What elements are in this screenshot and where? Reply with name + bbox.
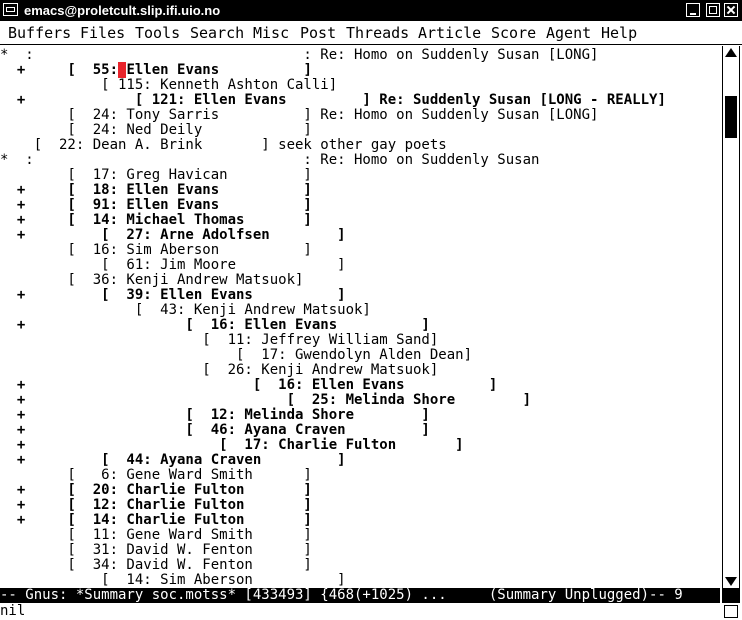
summary-line[interactable]: * : : Re: Homo on Suddenly Susan [LONG] (0, 48, 598, 63)
menu-files[interactable]: Files (80, 21, 125, 45)
cursor-line-prefix: + [ 55: (0, 62, 119, 78)
scroll-down-arrow-icon[interactable] (725, 577, 737, 586)
summary-line[interactable]: + [ 91: Ellen Evans ] (0, 198, 312, 213)
minibuffer-corner-box (724, 605, 738, 618)
summary-line[interactable]: + [ 14: Charlie Fulton ] (0, 513, 312, 528)
minibuffer[interactable]: nil (0, 603, 720, 620)
vertical-scrollbar[interactable] (722, 46, 740, 588)
summary-line[interactable]: [ 43: Kenji Andrew Matsuok] (0, 303, 371, 318)
window-title: emacs@proletcult.slip.ifi.uio.no (24, 3, 221, 18)
scroll-up-arrow-icon[interactable] (725, 48, 737, 57)
menu-score[interactable]: Score (491, 21, 536, 45)
cursor-line-suffix: Ellen Evans ] (126, 62, 312, 78)
maximize-icon[interactable] (706, 3, 720, 17)
menu-bar: Buffers Files Tools Search Misc Post Thr… (0, 21, 742, 45)
minimize-icon[interactable] (686, 3, 700, 17)
menu-help[interactable]: Help (601, 21, 637, 45)
menu-buffers[interactable]: Buffers (8, 21, 71, 45)
menu-tools[interactable]: Tools (135, 21, 180, 45)
summary-line-current[interactable]: + [ 55: Ellen Evans ] (0, 62, 312, 78)
summary-line[interactable]: [ 31: David W. Fenton ] (0, 543, 311, 558)
mode-line: -- Gnus: *Summary soc.motss* [433493] {4… (0, 588, 720, 603)
summary-line[interactable]: [ 17: Gwendolyn Alden Dean] (0, 348, 472, 363)
summary-line[interactable]: + [ 16: Ellen Evans ] (0, 378, 497, 393)
menu-agent[interactable]: Agent (546, 21, 591, 45)
close-icon[interactable] (724, 3, 738, 17)
summary-line[interactable]: + [ 14: Michael Thomas ] (0, 213, 312, 228)
menu-search[interactable]: Search (190, 21, 244, 45)
summary-line[interactable]: [ 11: Gene Ward Smith ] (0, 528, 311, 543)
summary-line[interactable]: [ 26: Kenji Andrew Matsuok] (0, 363, 438, 378)
summary-line[interactable]: + [ 18: Ellen Evans ] (0, 183, 312, 198)
scroll-thumb[interactable] (725, 96, 737, 138)
summary-line[interactable]: [ 36: Kenji Andrew Matsuok] (0, 273, 303, 288)
summary-line[interactable]: [ 17: Greg Havican ] (0, 168, 311, 183)
summary-line[interactable]: + [ 46: Ayana Craven ] (0, 423, 430, 438)
summary-buffer[interactable]: * : : Re: Homo on Suddenly Susan [LONG] … (0, 46, 720, 588)
summary-line[interactable]: [ 61: Jim Moore ] (0, 258, 345, 273)
menu-article[interactable]: Article (418, 21, 481, 45)
summary-line[interactable]: [ 115: Kenneth Ashton Calli] (0, 78, 337, 93)
summary-line[interactable]: [ 11: Jeffrey William Sand] (0, 333, 438, 348)
summary-line[interactable]: + [ 20: Charlie Fulton ] (0, 483, 312, 498)
summary-line[interactable]: [ 16: Sim Aberson ] (0, 243, 311, 258)
summary-line[interactable]: + [ 39: Ellen Evans ] (0, 288, 346, 303)
summary-line[interactable]: [ 24: Ned Deily ] (0, 123, 311, 138)
summary-line[interactable]: + [ 44: Ayana Craven ] (0, 453, 346, 468)
summary-line[interactable]: * : : Re: Homo on Suddenly Susan (0, 153, 539, 168)
menu-misc[interactable]: Misc (253, 21, 289, 45)
summary-line[interactable]: + [ 27: Arne Adolfsen ] (0, 228, 346, 243)
menu-threads[interactable]: Threads (346, 21, 409, 45)
summary-line[interactable]: + [ 12: Melinda Shore ] (0, 408, 430, 423)
summary-line[interactable]: + [ 12: Charlie Fulton ] (0, 498, 312, 513)
summary-line[interactable]: [ 24: Tony Sarris ] Re: Homo on Suddenly… (0, 108, 598, 123)
summary-line[interactable]: + [ 16: Ellen Evans ] (0, 318, 430, 333)
title-bar[interactable]: emacs@proletcult.slip.ifi.uio.no (0, 0, 742, 21)
window-menu-icon[interactable] (3, 3, 18, 16)
summary-line[interactable]: [ 6: Gene Ward Smith ] (0, 468, 311, 483)
summary-line[interactable]: + [ 25: Melinda Shore ] (0, 393, 531, 408)
menu-post[interactable]: Post (300, 21, 336, 45)
summary-line[interactable]: [ 14: Sim Aberson ] (0, 573, 345, 588)
summary-line[interactable]: [ 22: Dean A. Brink ] seek other gay poe… (0, 138, 447, 153)
mode-line-corner (722, 588, 740, 603)
summary-line[interactable]: + [ 17: Charlie Fulton ] (0, 438, 464, 453)
summary-line[interactable]: [ 34: David W. Fenton ] (0, 558, 311, 573)
summary-line[interactable]: + [ 121: Ellen Evans ] Re: Suddenly Susa… (0, 93, 666, 108)
